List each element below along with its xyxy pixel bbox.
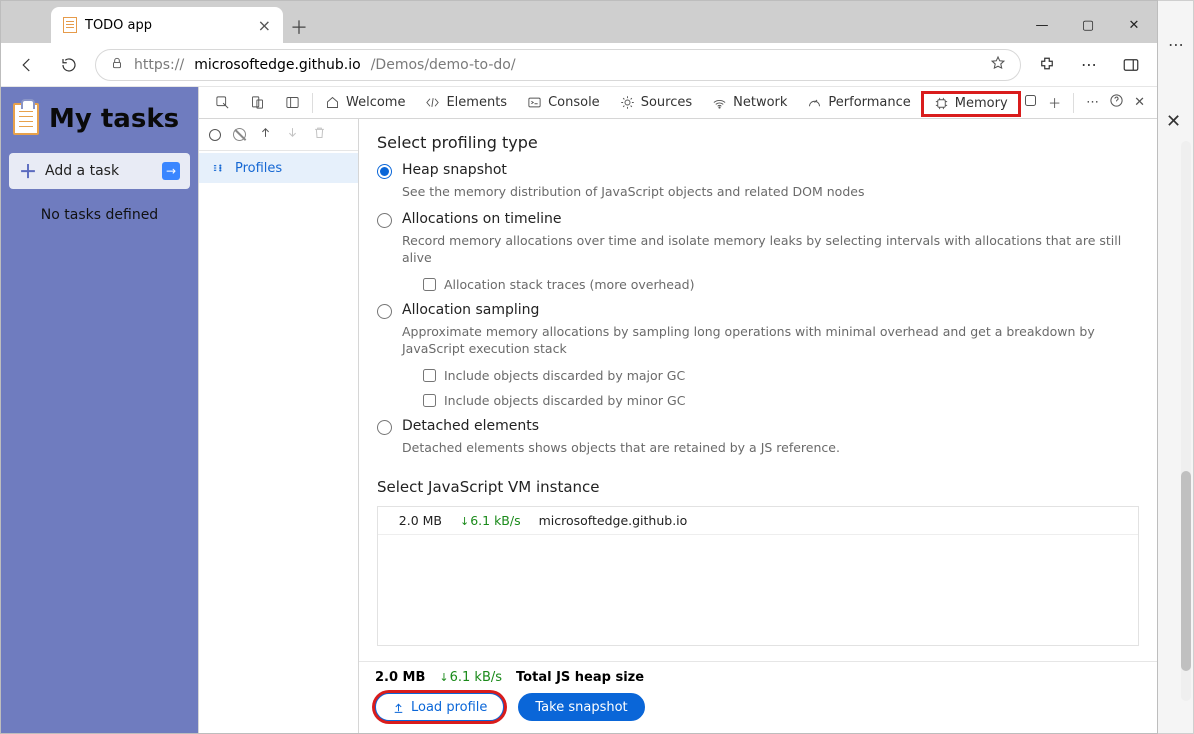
tab-console[interactable]: Console xyxy=(517,87,610,118)
sidebar-toggle-icon[interactable] xyxy=(1115,49,1147,81)
download-icon[interactable] xyxy=(285,125,300,144)
heading-profiling-type: Select profiling type xyxy=(377,133,1139,152)
dock-icon[interactable] xyxy=(275,87,310,118)
tab-network[interactable]: Network xyxy=(702,87,797,118)
delete-icon[interactable] xyxy=(312,125,327,144)
extensions-icon[interactable] xyxy=(1031,49,1063,81)
radio-detached[interactable] xyxy=(377,420,392,435)
device-icon[interactable] xyxy=(240,87,275,118)
more-tools-icon[interactable]: ⋯ xyxy=(1086,95,1099,110)
close-tab-icon[interactable]: × xyxy=(258,16,271,35)
tab-memory[interactable]: Memory xyxy=(921,91,1021,117)
app-header: My tasks xyxy=(9,97,190,141)
maximize-button[interactable]: ▢ xyxy=(1065,7,1111,43)
load-profile-button[interactable]: Load profile xyxy=(375,693,504,721)
devtools-panel: Welcome Elements Console Sources Network… xyxy=(198,87,1157,733)
tab-performance[interactable]: Performance xyxy=(797,87,920,118)
todo-app-pane: My tasks ＋ Add a task → No tasks defined xyxy=(1,87,198,733)
memory-profiling-form: Select profiling type Heap snapshot See … xyxy=(359,119,1157,661)
lock-icon xyxy=(110,56,124,74)
url-path: /Demos/demo-to-do/ xyxy=(371,57,516,73)
dismiss-icon[interactable]: ✕ xyxy=(1166,111,1181,132)
clear-icon[interactable] xyxy=(233,128,246,141)
empty-state: No tasks defined xyxy=(9,201,190,223)
tab-welcome[interactable]: Welcome xyxy=(315,87,415,118)
plus-icon: ＋ xyxy=(19,158,37,184)
minimize-button[interactable]: — xyxy=(1019,7,1065,43)
favorite-icon[interactable] xyxy=(990,55,1006,75)
back-button[interactable] xyxy=(11,49,43,81)
add-panel-icon[interactable]: ＋ xyxy=(1048,93,1061,112)
app-title: My tasks xyxy=(49,104,179,134)
devtools-tabstrip: Welcome Elements Console Sources Network… xyxy=(199,87,1157,119)
add-task-label: Add a task xyxy=(45,163,119,179)
url-host: microsoftedge.github.io xyxy=(194,57,361,73)
vm-instance-list: 2.0 MB 6.1 kB/s microsoftedge.github.io xyxy=(377,506,1139,646)
memory-footer: 2.0 MB 6.1 kB/s Total JS heap size Load … xyxy=(359,661,1157,733)
address-bar: https:// microsoftedge.github.io/Demos/de… xyxy=(1,43,1157,87)
heading-vm-instance: Select JavaScript VM instance xyxy=(377,478,1139,496)
browser-tab[interactable]: TODO app × xyxy=(51,7,283,43)
close-window-button[interactable]: ✕ xyxy=(1111,7,1157,43)
checkbox-alloc-stack-traces[interactable] xyxy=(423,278,436,291)
profiles-sidebar: Profiles xyxy=(199,119,359,733)
outer-scroll-host: ⋯ ✕ xyxy=(1158,0,1194,734)
scrollbar-thumb[interactable] xyxy=(1181,471,1191,671)
tab-title: TODO app xyxy=(85,18,152,33)
vm-instance-row[interactable]: 2.0 MB 6.1 kB/s microsoftedge.github.io xyxy=(378,507,1138,535)
url-scheme: https:// xyxy=(134,57,184,73)
menu-icon[interactable]: ⋯ xyxy=(1168,35,1186,54)
add-task-input[interactable]: ＋ Add a task → xyxy=(9,153,190,189)
radio-alloc-timeline[interactable] xyxy=(377,213,392,228)
tab-strip: TODO app × ＋ — ▢ ✕ xyxy=(1,1,1157,43)
checkbox-major-gc[interactable] xyxy=(423,369,436,382)
page-icon xyxy=(63,17,77,33)
close-devtools-icon[interactable]: ✕ xyxy=(1134,95,1145,110)
record-icon[interactable] xyxy=(209,129,221,141)
radio-alloc-sampling[interactable] xyxy=(377,304,392,319)
tab-sources[interactable]: Sources xyxy=(610,87,702,118)
browser-window: TODO app × ＋ — ▢ ✕ https:// microsoftedge… xyxy=(0,0,1158,734)
radio-heap-snapshot[interactable] xyxy=(377,164,392,179)
take-snapshot-button[interactable]: Take snapshot xyxy=(518,693,644,721)
inspect-icon[interactable] xyxy=(205,87,240,118)
sidebar-item-profiles[interactable]: Profiles xyxy=(199,153,358,183)
help-icon[interactable] xyxy=(1109,93,1124,112)
activity-icon[interactable] xyxy=(1023,93,1038,112)
tab-elements[interactable]: Elements xyxy=(415,87,517,118)
checkbox-minor-gc[interactable] xyxy=(423,394,436,407)
new-tab-button[interactable]: ＋ xyxy=(283,11,315,43)
url-input[interactable]: https:// microsoftedge.github.io/Demos/de… xyxy=(95,49,1021,81)
more-icon[interactable]: ⋯ xyxy=(1073,49,1105,81)
submit-task-icon[interactable]: → xyxy=(162,162,180,180)
upload-icon[interactable] xyxy=(258,125,273,144)
clipboard-icon xyxy=(13,103,39,135)
refresh-button[interactable] xyxy=(53,49,85,81)
